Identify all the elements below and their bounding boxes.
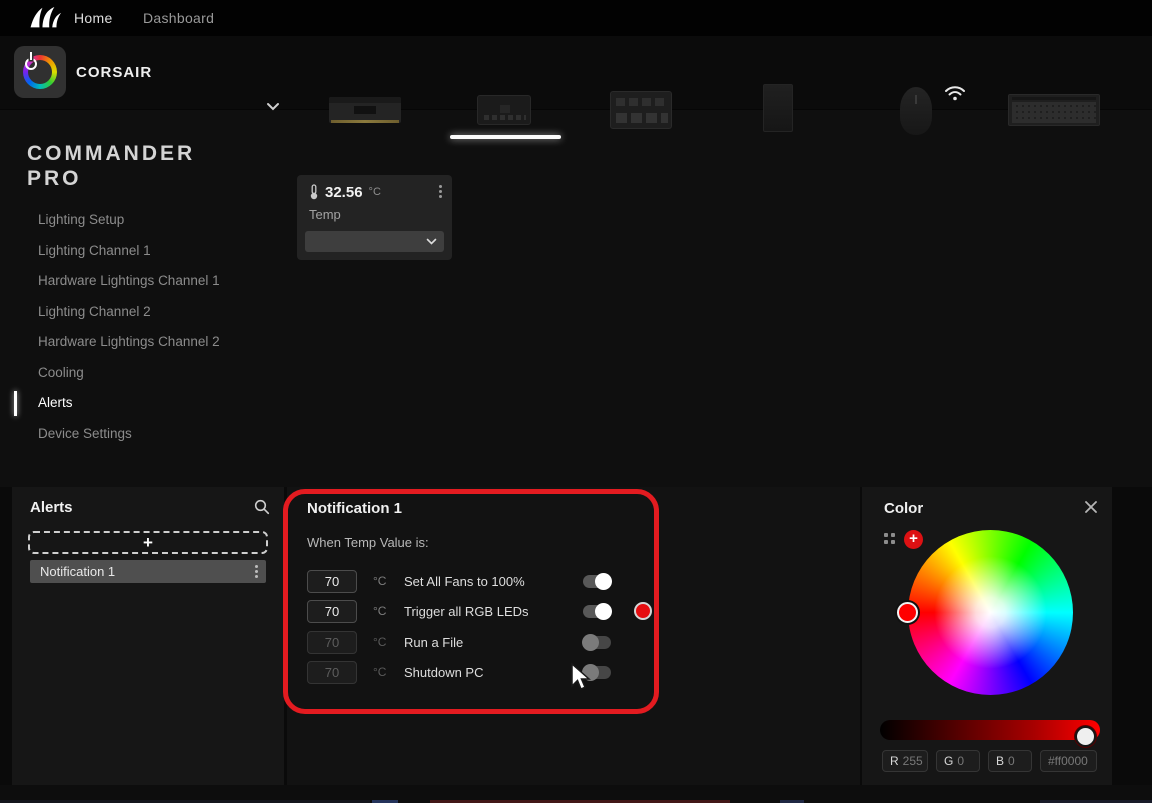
device-tab-memory[interactable]: [329, 97, 401, 123]
nav-dashboard[interactable]: Dashboard: [143, 10, 214, 26]
icue-window: Home Dashboard CORSAIR: [0, 0, 1152, 803]
selected-device-indicator: [450, 135, 561, 139]
unit-label: °C: [373, 604, 386, 618]
add-alert-button[interactable]: +: [28, 531, 268, 554]
color-wheel-cursor[interactable]: [897, 602, 918, 623]
device-selector-bar: CORSAIR: [0, 36, 1152, 110]
temp-threshold-input[interactable]: 70: [307, 661, 357, 684]
alert-item-label: Notification 1: [40, 564, 115, 579]
green-value-field[interactable]: G 0: [936, 750, 980, 772]
footer-strip: [0, 785, 1152, 803]
color-panel-title: Color: [884, 500, 923, 517]
unit-label: °C: [373, 574, 386, 588]
sidebar-item-lighting-channel-2[interactable]: Lighting Channel 2: [0, 297, 280, 328]
blue-value-field[interactable]: B 0: [988, 750, 1032, 772]
toggle-shutdown-pc[interactable]: [583, 666, 611, 679]
icue-app-icon[interactable]: [14, 46, 66, 98]
sidebar-item-cooling[interactable]: Cooling: [0, 358, 280, 389]
temp-unit: °C: [369, 186, 381, 198]
hex-value-field[interactable]: #ff0000: [1040, 750, 1097, 772]
color-wheel[interactable]: [908, 530, 1073, 695]
unit-label: °C: [373, 665, 386, 679]
alert-color-swatch[interactable]: [634, 602, 652, 620]
alert-action-row: 70 °C Trigger all RGB LEDs: [307, 600, 847, 623]
device-sidebar-nav: Lighting Setup Lighting Channel 1 Hardwa…: [0, 205, 280, 449]
brightness-slider[interactable]: [880, 720, 1100, 740]
device-tab-commander-pro[interactable]: [477, 95, 531, 125]
chevron-down-icon: [426, 238, 437, 245]
notification-title: Notification 1: [307, 500, 402, 517]
corsair-sails-logo: [28, 4, 62, 32]
color-picker-panel: Color + R 255 G 0 B 0 #ff0000: [862, 487, 1112, 785]
alerts-list-panel: Alerts + Notification 1: [12, 487, 284, 785]
brightness-slider-knob[interactable]: [1075, 726, 1096, 747]
action-label: Shutdown PC: [404, 665, 484, 680]
sidebar-item-device-settings[interactable]: Device Settings: [0, 419, 280, 450]
temp-threshold-input[interactable]: 70: [307, 600, 357, 623]
add-color-icon[interactable]: +: [904, 530, 923, 549]
toggle-trigger-rgb-leds[interactable]: [583, 605, 611, 618]
widget-menu-icon[interactable]: [439, 185, 442, 200]
temp-reading: 32.56: [325, 184, 363, 201]
sidebar-item-lighting-setup[interactable]: Lighting Setup: [0, 205, 280, 236]
red-value-field[interactable]: R 255: [882, 750, 928, 772]
close-icon[interactable]: [1084, 500, 1098, 514]
sidebar-item-hardware-lightings-channel-1[interactable]: Hardware Lightings Channel 1: [0, 266, 280, 297]
wifi-icon: [942, 82, 968, 102]
chevron-down-icon[interactable]: [266, 102, 280, 111]
top-menu-bar: Home Dashboard: [0, 0, 1152, 36]
alert-action-row: 70 °C Shutdown PC: [307, 661, 847, 684]
swatch-grid-icon[interactable]: [884, 533, 895, 544]
toggle-set-all-fans[interactable]: [583, 575, 611, 588]
unit-label: °C: [373, 635, 386, 649]
search-icon[interactable]: [254, 499, 270, 515]
temp-sensor-widget: 32.56 °C Temp: [297, 175, 452, 260]
action-label: Set All Fans to 100%: [404, 574, 525, 589]
thermometer-icon: [309, 184, 319, 200]
temp-threshold-input[interactable]: 70: [307, 570, 357, 593]
page-title: COMMANDER PRO: [27, 141, 195, 191]
device-tab-mouse[interactable]: [900, 87, 932, 135]
sidebar-item-hardware-lightings-channel-2[interactable]: Hardware Lightings Channel 2: [0, 327, 280, 358]
nav-home[interactable]: Home: [74, 10, 113, 26]
action-label: Trigger all RGB LEDs: [404, 604, 529, 619]
alert-action-row: 70 °C Run a File: [307, 631, 847, 654]
sidebar-item-alerts[interactable]: Alerts: [0, 388, 280, 419]
alert-list-item[interactable]: Notification 1: [30, 560, 266, 583]
action-label: Run a File: [404, 635, 463, 650]
temp-threshold-input[interactable]: 70: [307, 631, 357, 654]
sidebar-item-lighting-channel-1[interactable]: Lighting Channel 1: [0, 236, 280, 267]
alerts-panel-title: Alerts: [30, 499, 73, 516]
brand-label: CORSAIR: [76, 64, 152, 81]
toggle-run-a-file[interactable]: [583, 636, 611, 649]
device-tab-keyboard[interactable]: [1008, 94, 1100, 126]
device-tab-lighting-node[interactable]: [610, 91, 672, 129]
sensor-dropdown[interactable]: [305, 231, 444, 252]
device-tab-power-supply[interactable]: [763, 84, 793, 132]
widget-label: Temp: [309, 207, 341, 222]
alert-item-menu-icon[interactable]: [255, 565, 258, 580]
condition-label: When Temp Value is:: [307, 535, 429, 550]
notification-settings-panel: Notification 1 When Temp Value is: 70 °C…: [287, 487, 860, 785]
alert-action-row: 70 °C Set All Fans to 100%: [307, 570, 847, 593]
